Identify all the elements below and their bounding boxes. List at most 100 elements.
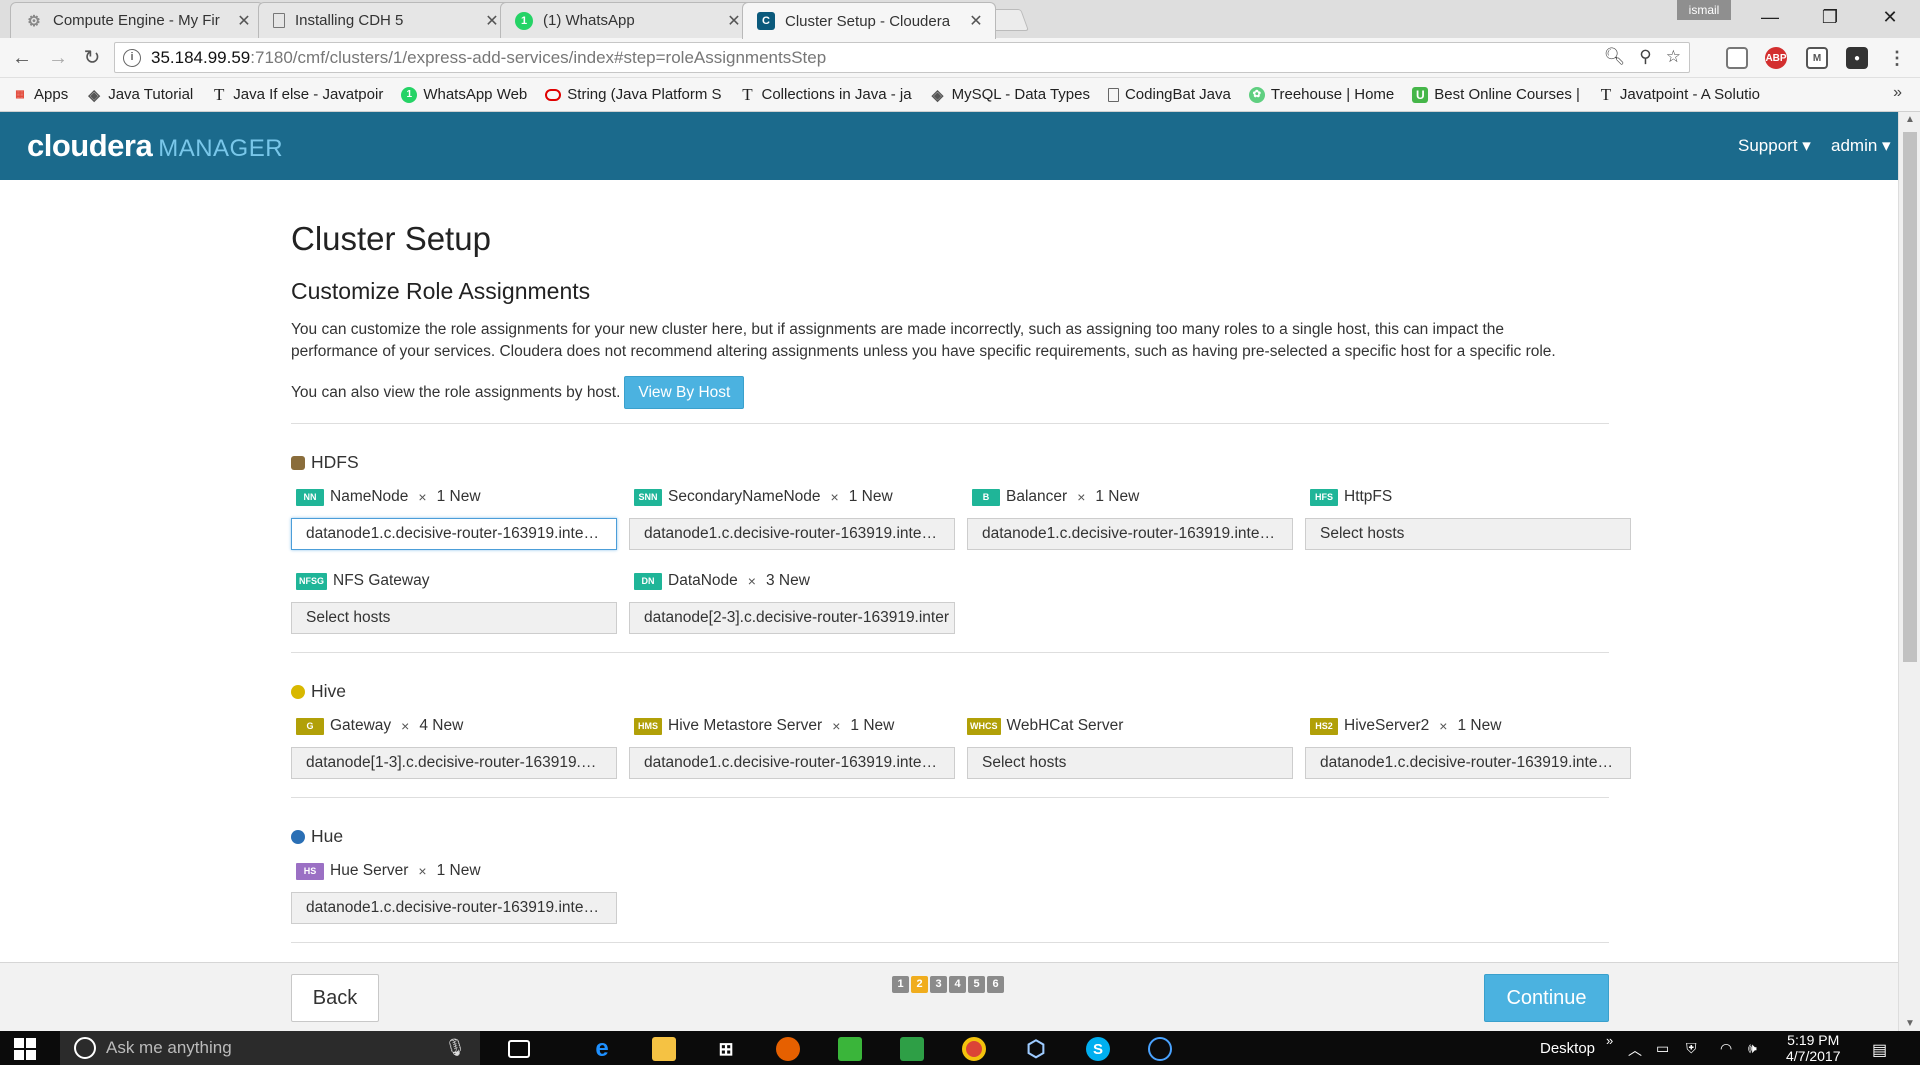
- forward-arrow-icon[interactable]: →: [44, 45, 72, 71]
- cloudera-manager-logo[interactable]: cloudera MANAGER: [27, 128, 283, 164]
- tray-up-icon[interactable]: ︿: [1628, 1040, 1642, 1060]
- close-icon[interactable]: ✕: [235, 11, 253, 31]
- profile-chip[interactable]: ismail: [1677, 0, 1731, 20]
- volume-icon[interactable]: 🕪︎: [1748, 1040, 1757, 1057]
- reload-icon[interactable]: ↻: [78, 45, 106, 71]
- chrome-icon[interactable]: [962, 1037, 986, 1061]
- bookmark-item[interactable]: T Javatpoint - A Solutio: [1598, 85, 1760, 104]
- page-scrollbar[interactable]: ▲ ▼: [1898, 112, 1920, 1031]
- remove-role-icon[interactable]: ×: [748, 573, 756, 589]
- address-bar[interactable]: i 35.184.99.59:7180/cmf/clusters/1/expre…: [114, 42, 1690, 73]
- remove-role-icon[interactable]: ×: [1439, 718, 1447, 734]
- cloud-app-icon[interactable]: [838, 1037, 862, 1061]
- browser-tab[interactable]: Installing CDH 5 ✕: [258, 2, 512, 38]
- step-5[interactable]: 5: [968, 976, 985, 993]
- remove-role-icon[interactable]: ×: [831, 489, 839, 505]
- taskbar-search[interactable]: Ask me anything 🎙︎: [60, 1031, 480, 1065]
- wifi-icon[interactable]: ◠: [1720, 1040, 1732, 1057]
- divider: [291, 652, 1609, 653]
- restore-icon[interactable]: ❐: [1800, 0, 1860, 34]
- step-4[interactable]: 4: [949, 976, 966, 993]
- remove-role-icon[interactable]: ×: [418, 489, 426, 505]
- bookmark-item[interactable]: String (Java Platform S: [545, 86, 722, 103]
- continue-button[interactable]: Continue: [1484, 974, 1609, 1022]
- host-selector[interactable]: Select hosts: [291, 602, 617, 634]
- step-2-current[interactable]: 2: [911, 976, 928, 993]
- more-bookmarks-icon[interactable]: »: [1893, 84, 1902, 102]
- back-arrow-icon[interactable]: ←: [8, 45, 36, 71]
- bookmark-item[interactable]: U Best Online Courses |: [1412, 86, 1580, 103]
- adblock-icon[interactable]: ABP: [1765, 47, 1787, 69]
- bookmark-item[interactable]: ✿ Treehouse | Home: [1248, 86, 1394, 103]
- extension-icon[interactable]: ●: [1846, 47, 1868, 69]
- remove-role-icon[interactable]: ×: [418, 863, 426, 879]
- extension-icon[interactable]: [1726, 47, 1748, 69]
- host-selector[interactable]: datanode1.c.decisive-router-163919.inte…: [291, 892, 617, 924]
- step-1[interactable]: 1: [892, 976, 909, 993]
- extension-icon[interactable]: M: [1806, 47, 1828, 69]
- host-selector[interactable]: datanode1.c.decisive-router-163919.inte…: [1305, 747, 1631, 779]
- view-by-host-button[interactable]: View By Host: [624, 376, 745, 409]
- battery-icon[interactable]: ▭: [1656, 1040, 1669, 1057]
- host-selector[interactable]: datanode1.c.decisive-router-163919.inte…: [967, 518, 1293, 550]
- firefox-icon[interactable]: [776, 1037, 800, 1061]
- tab-title: Installing CDH 5: [295, 12, 404, 29]
- scrollbar-thumb[interactable]: [1903, 132, 1917, 662]
- bookmark-item[interactable]: 1 WhatsApp Web: [401, 86, 527, 103]
- windows-start-icon[interactable]: [14, 1038, 36, 1060]
- info-icon[interactable]: i: [123, 48, 141, 67]
- bookmark-item[interactable]: T Java If else - Javatpoir: [211, 85, 383, 104]
- close-window-icon[interactable]: ✕: [1860, 0, 1920, 34]
- remove-role-icon[interactable]: ×: [1077, 489, 1085, 505]
- back-button[interactable]: Back: [291, 974, 379, 1022]
- file-explorer-icon[interactable]: [652, 1037, 676, 1061]
- remove-role-icon[interactable]: ×: [832, 718, 840, 734]
- host-selector[interactable]: datanode1.c.decisive-router-163919.inte…: [629, 518, 955, 550]
- desktop-expand-icon[interactable]: »: [1606, 1033, 1613, 1048]
- role-count: 1 New: [850, 717, 895, 734]
- menu-icon[interactable]: ⋮: [1886, 47, 1908, 69]
- step-6[interactable]: 6: [987, 976, 1004, 993]
- step-3[interactable]: 3: [930, 976, 947, 993]
- host-selector[interactable]: Select hosts: [1305, 518, 1631, 550]
- host-selector[interactable]: datanode1.c.decisive-router-163919.inte…: [291, 518, 617, 550]
- bookmark-apps[interactable]: ▦ Apps: [12, 86, 68, 103]
- eclipse-icon[interactable]: [1148, 1037, 1172, 1061]
- notes-app-icon[interactable]: [900, 1037, 924, 1061]
- bookmark-item[interactable]: CodingBat Java: [1107, 86, 1231, 103]
- host-selector[interactable]: datanode[1-3].c.decisive-router-163919.…: [291, 747, 617, 779]
- key-icon[interactable]: ⚲: [1639, 47, 1651, 67]
- browser-tab[interactable]: ⚙ Compute Engine - My Fir ✕: [10, 2, 264, 38]
- host-selector[interactable]: datanode1.c.decisive-router-163919.inte…: [629, 747, 955, 779]
- bookmark-item[interactable]: T Collections in Java - ja: [740, 85, 911, 104]
- scroll-up-icon[interactable]: ▲: [1899, 114, 1920, 125]
- star-icon[interactable]: ☆: [1666, 47, 1681, 67]
- close-icon[interactable]: ✕: [725, 11, 743, 31]
- virtualbox-icon[interactable]: ⬡: [1024, 1036, 1048, 1061]
- clock[interactable]: 5:19 PM 4/7/2017: [1786, 1032, 1841, 1064]
- bookmark-item[interactable]: ◈ MySQL - Data Types: [930, 86, 1090, 104]
- store-icon[interactable]: ⊞: [714, 1037, 738, 1061]
- browser-tab-active[interactable]: C Cluster Setup - Cloudera ✕: [742, 2, 996, 39]
- zoom-icon[interactable]: 🔍︎: [1604, 47, 1626, 67]
- task-view-icon[interactable]: [508, 1040, 530, 1058]
- admin-menu[interactable]: admin ▾: [1831, 136, 1891, 156]
- close-icon[interactable]: ✕: [483, 11, 501, 31]
- minimize-icon[interactable]: —: [1740, 0, 1800, 34]
- remove-role-icon[interactable]: ×: [401, 718, 409, 734]
- scroll-down-icon[interactable]: ▼: [1899, 1018, 1920, 1029]
- host-selector[interactable]: datanode[2-3].c.decisive-router-163919.i…: [629, 602, 955, 634]
- host-selector[interactable]: Select hosts: [967, 747, 1293, 779]
- bookmark-label: String (Java Platform S: [567, 86, 722, 103]
- notifications-icon[interactable]: ▤: [1872, 1040, 1887, 1060]
- bookmark-item[interactable]: ◈ Java Tutorial: [86, 86, 193, 104]
- edge-icon[interactable]: e: [590, 1035, 614, 1062]
- skype-icon[interactable]: S: [1086, 1037, 1110, 1061]
- close-icon[interactable]: ✕: [967, 11, 985, 31]
- browser-tab[interactable]: 1 (1) WhatsApp ✕: [500, 2, 754, 38]
- security-icon[interactable]: ⛨: [1686, 1040, 1697, 1057]
- microphone-icon[interactable]: 🎙︎: [444, 1038, 466, 1058]
- support-menu[interactable]: Support ▾: [1738, 136, 1811, 156]
- logo-sub: MANAGER: [158, 135, 284, 162]
- desktop-toolbar-label[interactable]: Desktop: [1540, 1040, 1595, 1057]
